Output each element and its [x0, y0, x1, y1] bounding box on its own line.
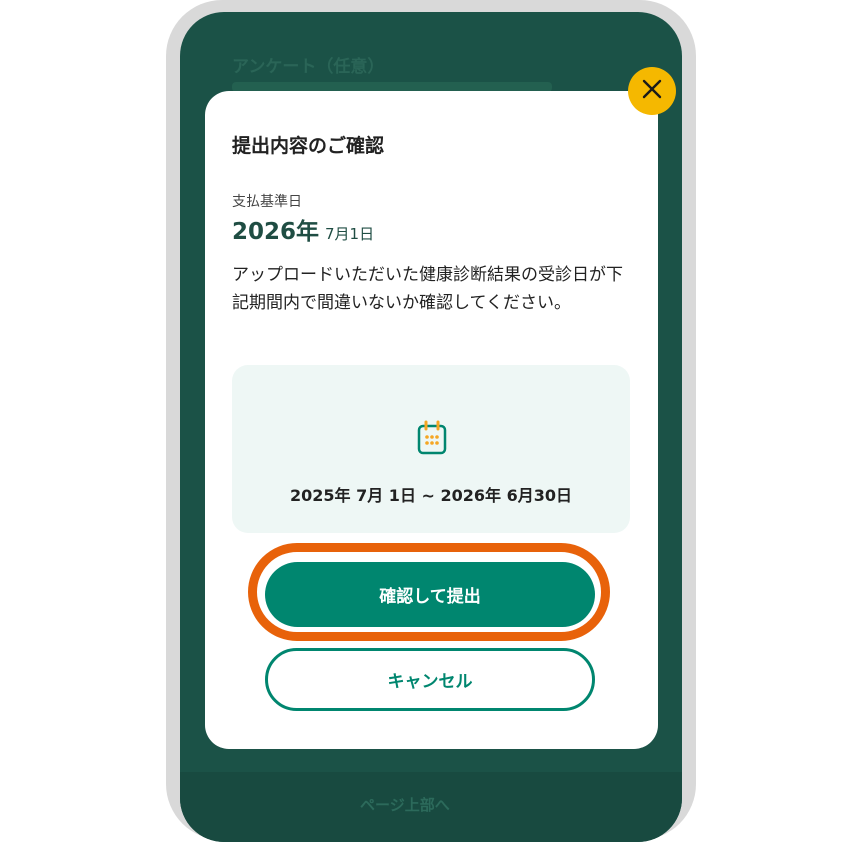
- confirm-submit-button[interactable]: 確認して提出: [265, 562, 595, 627]
- calendar-icon: [416, 420, 448, 460]
- background-next-link: ページ上部へ: [360, 796, 450, 814]
- payment-base-date-label: 支払基準日: [232, 194, 302, 210]
- payment-base-date-monthday: 7月1日: [325, 225, 375, 243]
- payment-base-date: 2026年 7月1日: [232, 212, 374, 246]
- period-box: 2025年 7月 1日 ~ 2026年 6月30日: [232, 365, 630, 533]
- cancel-button[interactable]: キャンセル: [265, 648, 595, 711]
- period-text: 2025年 7月 1日 ~ 2026年 6月30日: [290, 486, 572, 505]
- close-icon: [641, 78, 663, 104]
- instruction-text: アップロードいただいた健康診断結果の受診日が下記期間内で間違いないか確認してくだ…: [232, 265, 623, 313]
- payment-base-date-year: 2026年: [232, 219, 320, 245]
- modal-title: 提出内容のご確認: [232, 135, 385, 157]
- background-title: アンケート（任意）: [232, 57, 385, 77]
- close-button[interactable]: [628, 67, 676, 115]
